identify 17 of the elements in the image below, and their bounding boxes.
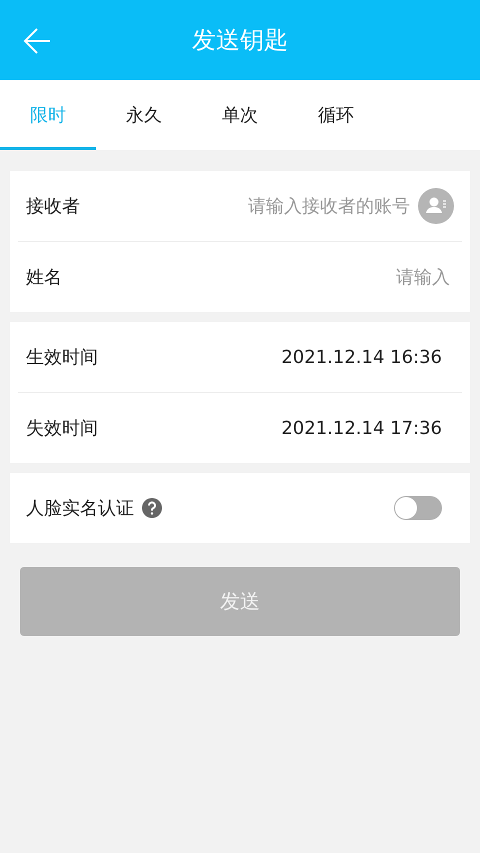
field-label: 失效时间 — [26, 417, 98, 440]
input-field[interactable]: 请输入 — [70, 262, 450, 292]
time-value[interactable]: 2021.12.14 17:36 — [281, 418, 442, 438]
tab[interactable]: 单次 — [192, 80, 288, 150]
help-icon[interactable] — [142, 498, 162, 518]
field-label: 姓名 — [26, 266, 62, 289]
tab[interactable]: 永久 — [96, 80, 192, 150]
field-label: 接收者 — [26, 195, 80, 218]
field-label: 人脸实名认证 — [26, 497, 134, 520]
tab[interactable]: 循环 — [288, 80, 384, 150]
toggle-switch[interactable] — [394, 496, 442, 520]
back-arrow-icon[interactable] — [22, 26, 52, 56]
contact-icon[interactable] — [418, 188, 454, 224]
page-title: 发送钥匙 — [192, 25, 288, 56]
time-value[interactable]: 2021.12.14 16:36 — [281, 346, 442, 368]
input-field[interactable]: 请输入接收者的账号 — [88, 192, 410, 220]
field-label: 生效时间 — [26, 346, 98, 369]
